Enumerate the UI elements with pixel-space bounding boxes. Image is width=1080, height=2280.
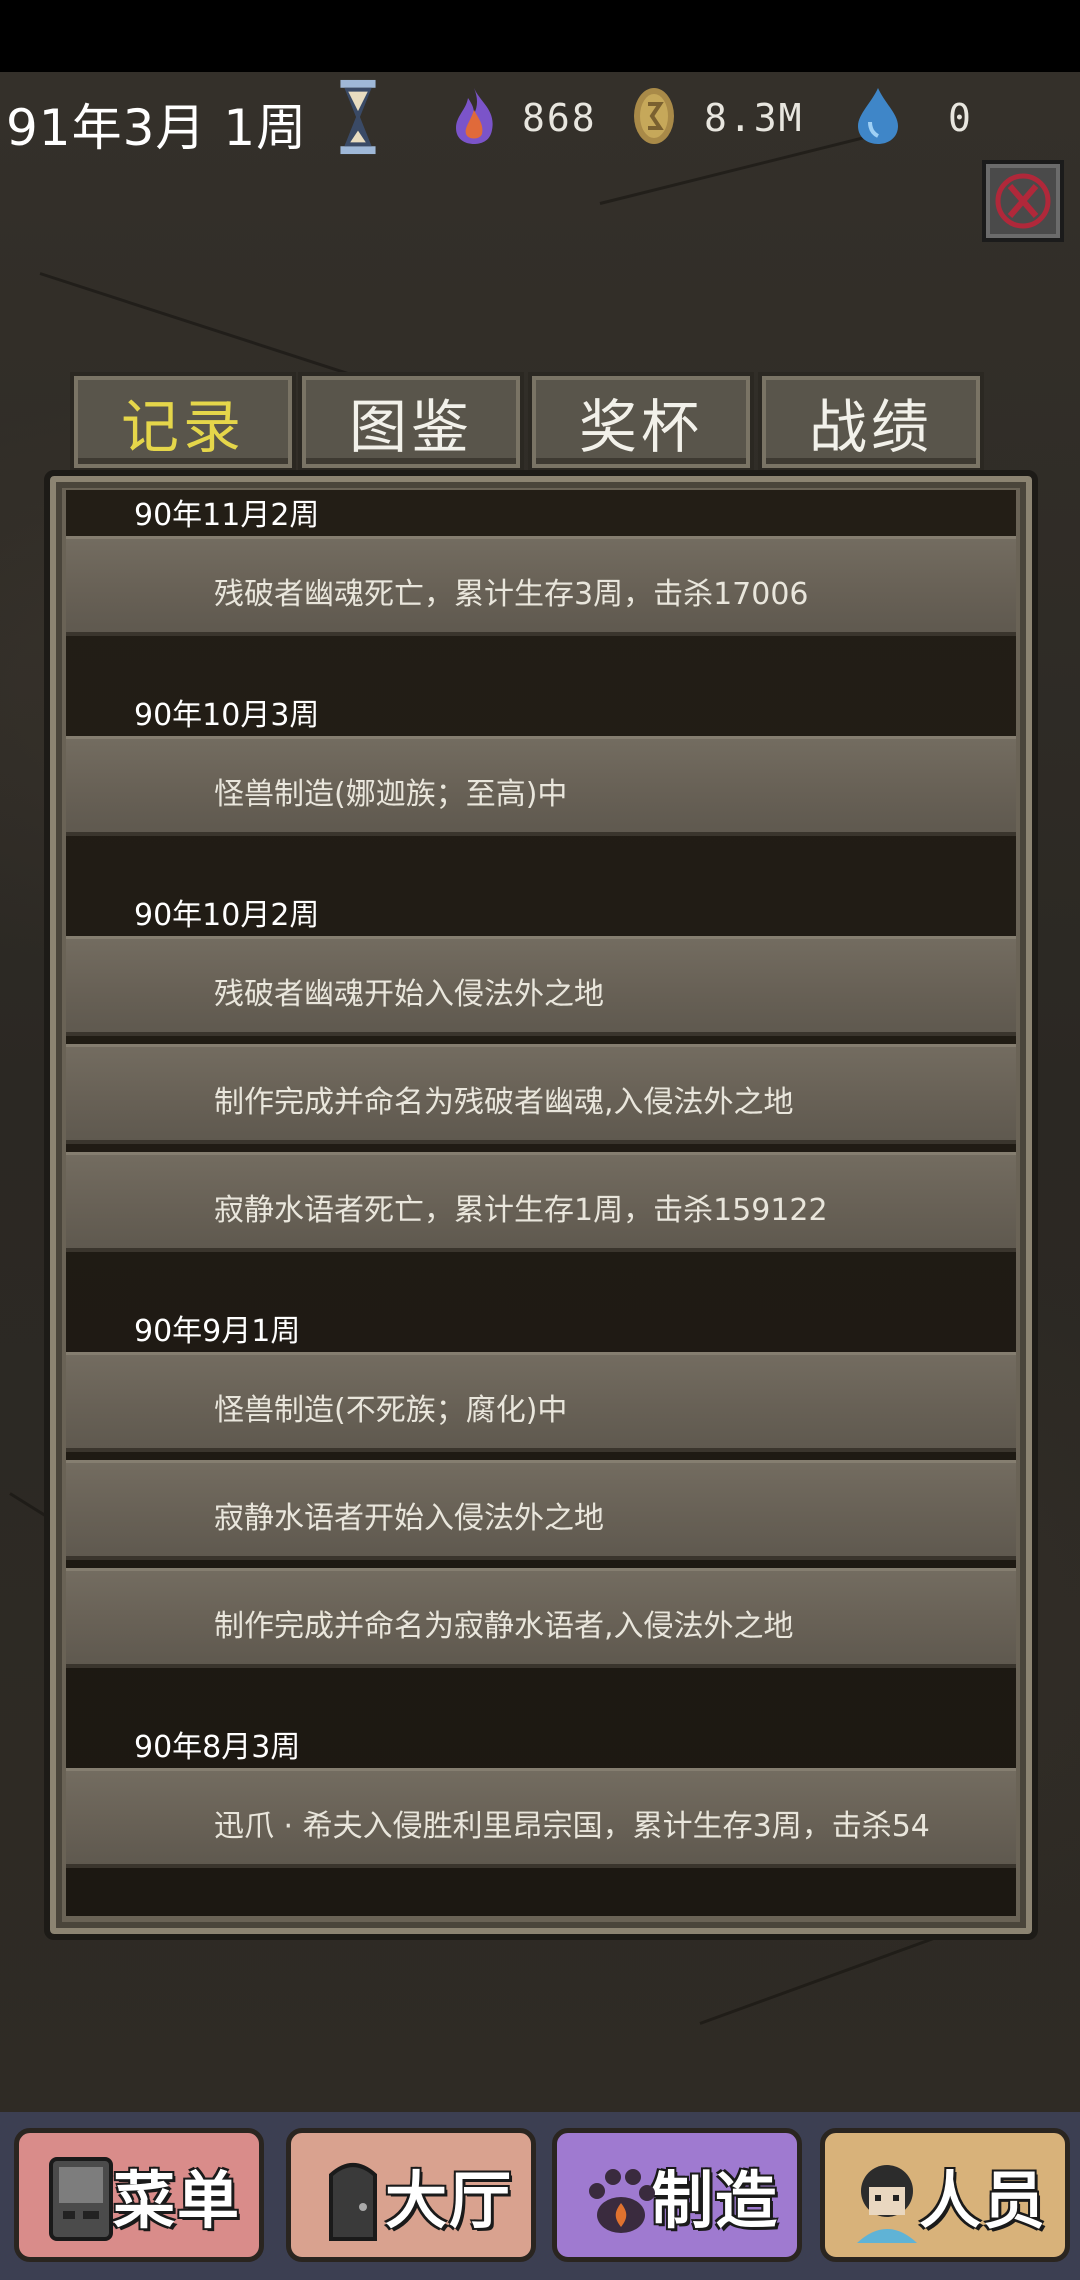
tab-trophies[interactable]: 奖杯 <box>528 372 754 472</box>
tab-battle-record[interactable]: 战绩 <box>758 372 984 472</box>
list-item[interactable]: 怪兽制造(娜迦族；至高)中 <box>66 736 1016 836</box>
nav-craft-label: 制造 <box>650 2164 779 2237</box>
tab-codex[interactable]: 图鉴 <box>298 372 524 472</box>
records-list[interactable]: 90年11月2周 残破者幽魂死亡，累计生存3周，击杀17006 90年10月3周… <box>66 490 1016 1916</box>
flame-count: 868 <box>522 96 597 140</box>
record-text: 残破者幽魂死亡，累计生存3周，击杀17006 <box>214 577 809 612</box>
nav-personnel-button[interactable]: 人员 <box>820 2128 1070 2262</box>
list-item[interactable]: 寂静水语者死亡，累计生存1周，击杀159122 <box>66 1152 1016 1252</box>
person-avatar-icon <box>857 2165 917 2243</box>
close-button[interactable] <box>982 160 1064 242</box>
record-text: 怪兽制造(娜迦族；至高)中 <box>214 777 568 812</box>
tab-records[interactable]: 记录 <box>70 372 296 472</box>
list-item[interactable]: 寂静水语者开始入侵法外之地 <box>66 1460 1016 1560</box>
close-icon <box>995 173 1051 229</box>
drop-count: 0 <box>948 96 973 140</box>
craft-paw-icon <box>589 2169 655 2233</box>
nav-menu-button[interactable]: 菜单 <box>14 2128 264 2262</box>
hall-door-icon <box>329 2163 377 2241</box>
nav-craft-button[interactable]: 制造 <box>552 2128 802 2262</box>
record-text: 迅爪 · 希夫入侵胜利里昂宗国，累计生存3周，击杀54 <box>214 1809 930 1844</box>
list-item[interactable]: 残破者幽魂开始入侵法外之地 <box>66 936 1016 1036</box>
record-text: 制作完成并命名为残破者幽魂,入侵法外之地 <box>214 1085 794 1120</box>
list-item[interactable]: 迅爪 · 希夫入侵胜利里昂宗国，累计生存3周，击杀54 <box>66 1768 1016 1868</box>
nav-hall-label: 大厅 <box>384 2164 513 2237</box>
record-text: 寂静水语者死亡，累计生存1周，击杀159122 <box>214 1193 828 1228</box>
list-item[interactable]: 残破者幽魂死亡，累计生存3周，击杀17006 <box>66 536 1016 636</box>
hourglass-icon[interactable] <box>338 78 378 156</box>
status-bar <box>0 0 1080 72</box>
nav-personnel-label: 人员 <box>918 2164 1047 2237</box>
coin-count: 8.3M <box>704 96 804 140</box>
list-item[interactable]: 制作完成并命名为残破者幽魂,入侵法外之地 <box>66 1044 1016 1144</box>
record-date: 90年9月1周 <box>134 1314 301 1349</box>
gold-coin-icon <box>634 88 674 144</box>
record-date: 90年8月3周 <box>134 1730 301 1765</box>
top-hud: 91年3月 1周 868 8.3M 0 <box>0 72 1080 162</box>
menu-device-icon <box>49 2157 113 2241</box>
record-text: 制作完成并命名为寂静水语者,入侵法外之地 <box>214 1609 794 1644</box>
nav-hall-button[interactable]: 大厅 <box>286 2128 536 2262</box>
nav-menu-label: 菜单 <box>112 2164 241 2237</box>
list-item[interactable]: 怪兽制造(不死族；腐化)中 <box>66 1352 1016 1452</box>
purple-flame-icon <box>456 88 493 144</box>
record-text: 寂静水语者开始入侵法外之地 <box>214 1501 604 1536</box>
record-date: 90年11月2周 <box>134 498 320 533</box>
record-date: 90年10月3周 <box>134 698 320 733</box>
record-text: 怪兽制造(不死族；腐化)中 <box>214 1393 568 1428</box>
record-text: 残破者幽魂开始入侵法外之地 <box>214 977 604 1012</box>
game-date: 91年3月 1周 <box>6 99 308 157</box>
record-date: 90年10月2周 <box>134 898 320 933</box>
blue-drop-icon <box>858 88 898 144</box>
list-item[interactable]: 制作完成并命名为寂静水语者,入侵法外之地 <box>66 1568 1016 1668</box>
